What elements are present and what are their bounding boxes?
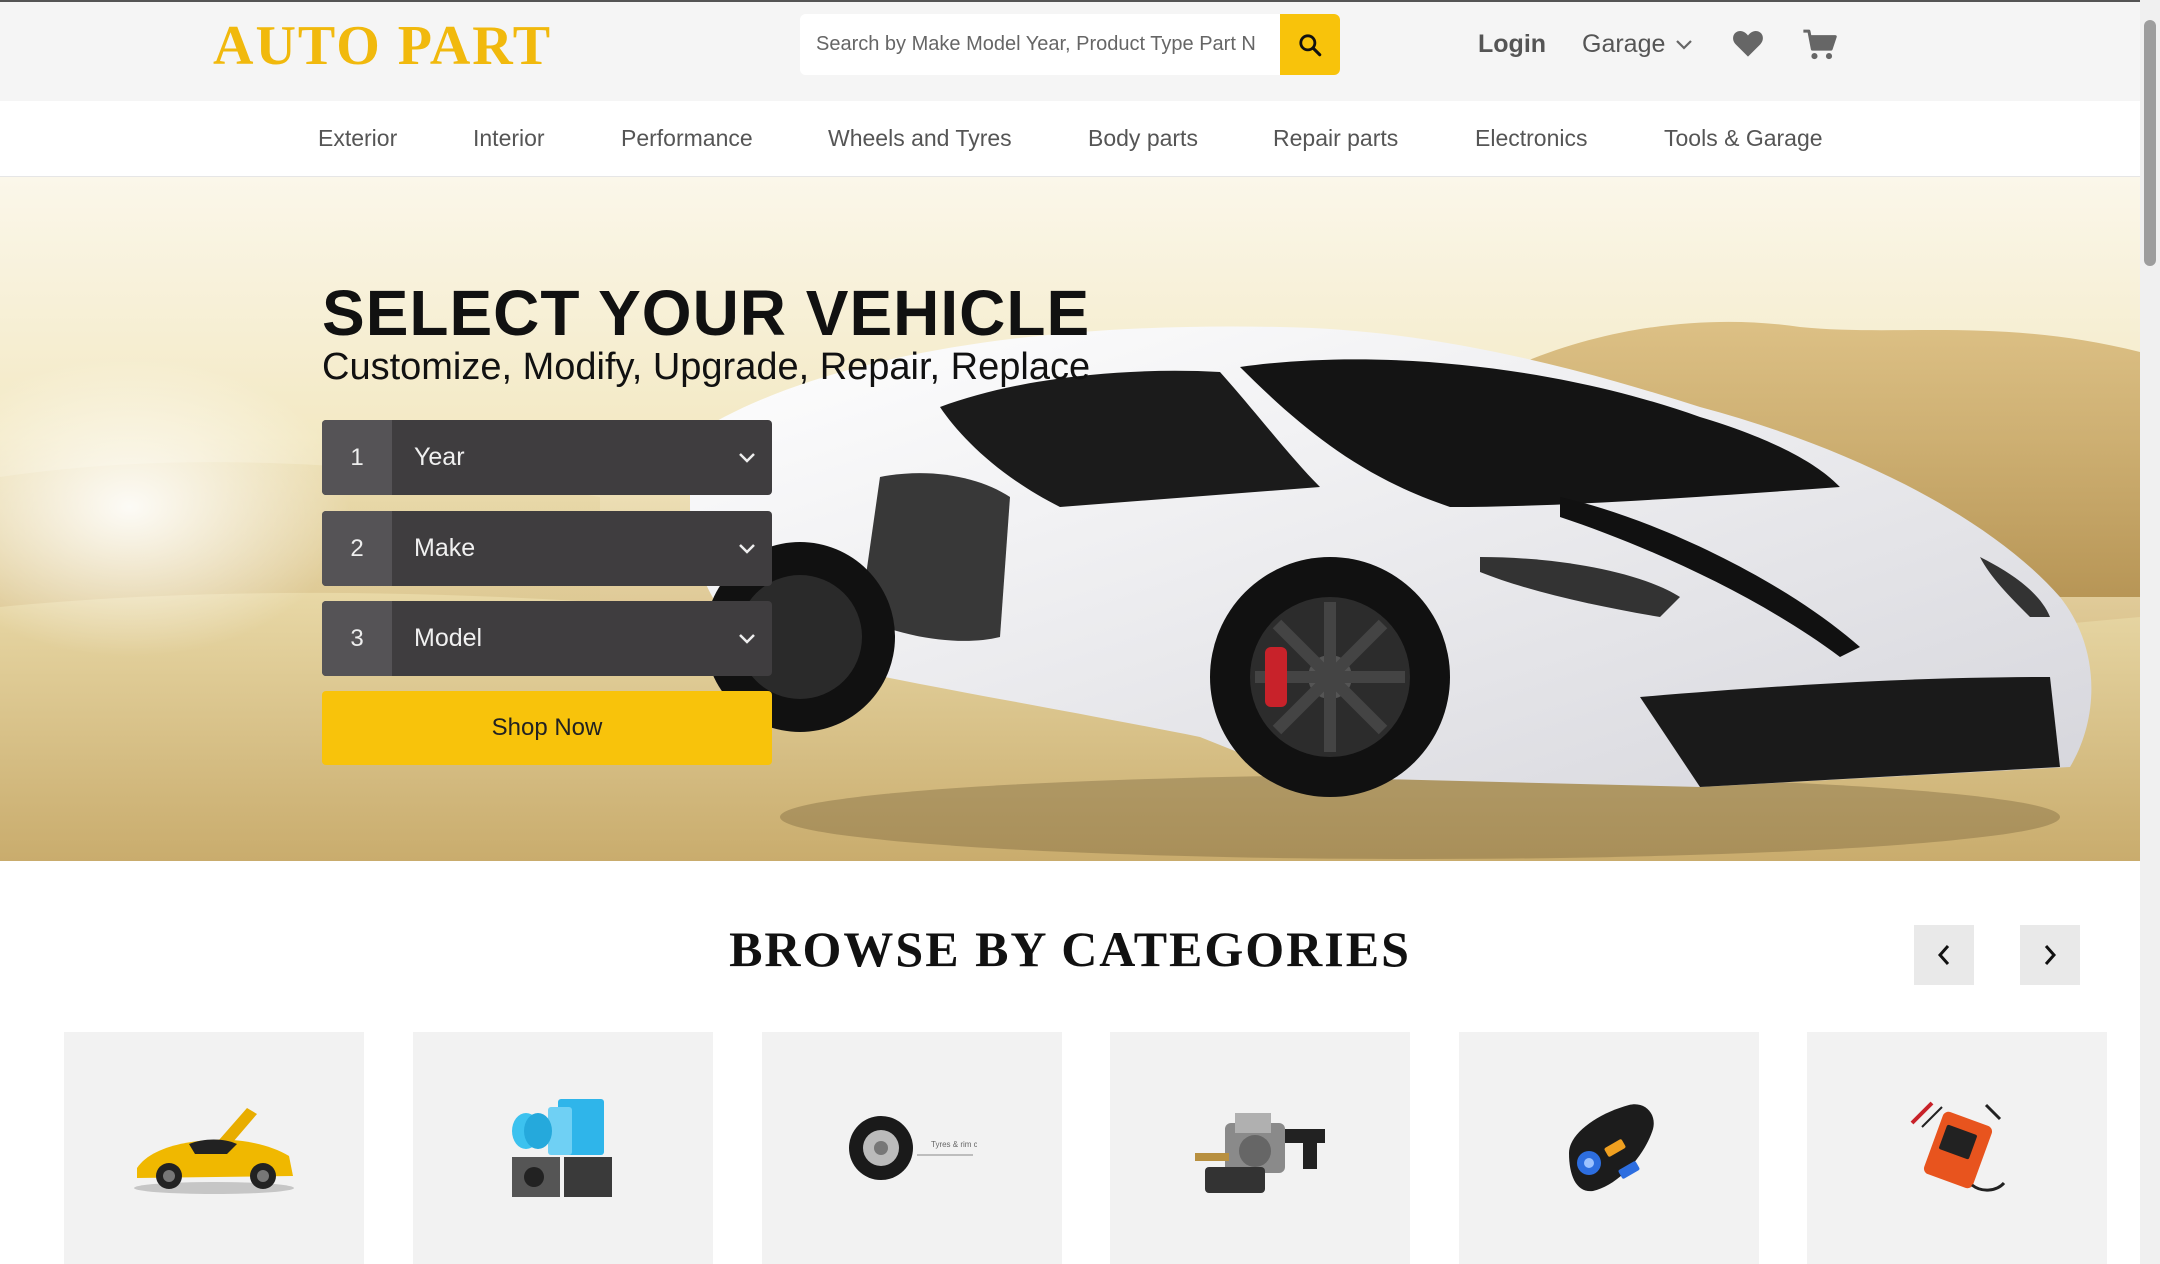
heart-icon xyxy=(1733,30,1763,57)
carousel-next-button[interactable] xyxy=(2020,925,2080,985)
hero-banner: SELECT YOUR VEHICLE Customize, Modify, U… xyxy=(0,177,2140,861)
chevron-left-icon xyxy=(1937,945,1950,965)
garage-dropdown[interactable]: Garage xyxy=(1582,30,1693,59)
nav-item-wheels-and-tyres[interactable]: Wheels and Tyres xyxy=(828,125,1012,152)
select-label: Model xyxy=(414,624,483,652)
carousel-prev-button[interactable] xyxy=(1914,925,1974,985)
step-number: 2 xyxy=(322,511,392,586)
nav-item-tools-garage[interactable]: Tools & Garage xyxy=(1664,125,1823,152)
battery-charger-image xyxy=(1910,1101,2006,1192)
step-number: 3 xyxy=(322,601,392,676)
shop-now-button[interactable]: Shop Now xyxy=(322,691,772,765)
cart-icon xyxy=(1803,29,1837,60)
chevron-right-icon xyxy=(2044,945,2057,965)
category-card[interactable] xyxy=(1459,1032,1759,1264)
category-caption: Tyres & rim care xyxy=(931,1140,977,1149)
nav-item-interior[interactable]: Interior xyxy=(473,125,545,152)
year-select[interactable]: 1 Year xyxy=(322,420,772,495)
category-card[interactable]: Tyres & rim care xyxy=(762,1032,1062,1264)
nav-item-repair-parts[interactable]: Repair parts xyxy=(1273,125,1398,152)
category-card[interactable] xyxy=(413,1032,713,1264)
chevron-down-icon xyxy=(722,633,772,645)
site-logo[interactable]: AUTO PART xyxy=(213,14,552,78)
select-label: Make xyxy=(414,534,476,562)
scrollbar-thumb[interactable] xyxy=(2144,20,2156,266)
top-header: AUTO PART Login Garage xyxy=(0,0,2140,101)
mirror-film-image xyxy=(512,1099,612,1197)
wishlist-button[interactable] xyxy=(1731,28,1765,63)
chevron-down-icon xyxy=(722,543,772,555)
category-nav: Exterior Interior Performance Wheels and… xyxy=(0,101,2140,177)
nav-item-exterior[interactable]: Exterior xyxy=(318,125,397,152)
search-input[interactable] xyxy=(800,14,1280,75)
garage-label: Garage xyxy=(1582,30,1666,58)
select-label: Year xyxy=(414,443,465,471)
step-number: 1 xyxy=(322,420,392,495)
sports-car-image xyxy=(134,1108,294,1194)
login-link[interactable]: Login xyxy=(1478,30,1546,59)
category-card[interactable] xyxy=(1110,1032,1410,1264)
page-scrollbar[interactable] xyxy=(2140,0,2160,1264)
hero-subtitle: Customize, Modify, Upgrade, Repair, Repl… xyxy=(322,346,1091,388)
nav-item-electronics[interactable]: Electronics xyxy=(1475,125,1587,152)
category-card[interactable] xyxy=(64,1032,364,1264)
search-bar xyxy=(800,14,1340,75)
search-button[interactable] xyxy=(1280,14,1340,75)
model-select[interactable]: 3 Model xyxy=(322,601,772,676)
carburetor-image xyxy=(1195,1113,1325,1193)
search-icon xyxy=(1299,33,1322,56)
hero-title: SELECT YOUR VEHICLE xyxy=(322,277,1091,349)
tyre-image: Tyres & rim care xyxy=(849,1116,977,1180)
nav-item-body-parts[interactable]: Body parts xyxy=(1088,125,1198,152)
cart-button[interactable] xyxy=(1802,28,1838,67)
car-charger-image xyxy=(1569,1104,1654,1192)
chevron-down-icon xyxy=(722,452,772,464)
make-select[interactable]: 2 Make xyxy=(322,511,772,586)
category-card[interactable] xyxy=(1807,1032,2107,1264)
categories-heading: BROWSE BY CATEGORIES xyxy=(729,921,1411,977)
chevron-down-icon xyxy=(1676,39,1693,50)
nav-item-performance[interactable]: Performance xyxy=(621,125,753,152)
